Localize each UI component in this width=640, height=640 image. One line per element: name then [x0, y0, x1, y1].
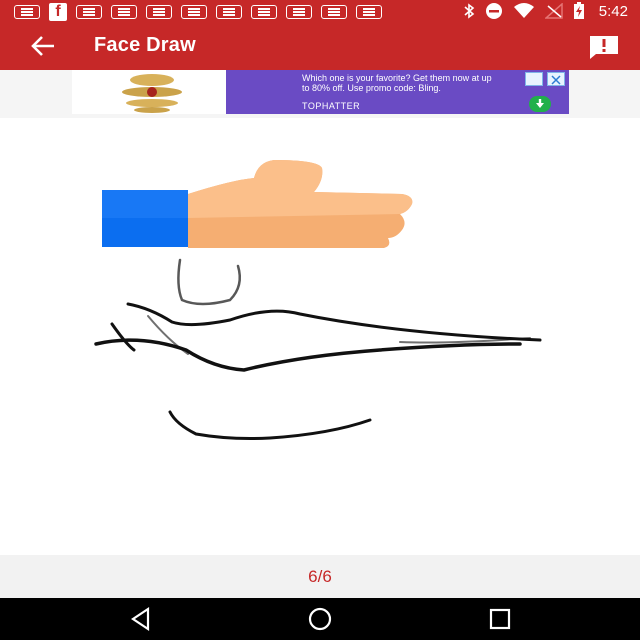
jewelry-image-icon — [122, 74, 182, 113]
ad-download-icon[interactable] — [529, 96, 551, 112]
facebook-icon: f — [49, 3, 67, 21]
notification-icon — [321, 5, 347, 19]
notification-icon — [111, 5, 137, 19]
notification-icons: f — [14, 3, 382, 21]
thumbs-up-icon[interactable] — [102, 160, 414, 248]
clock: 5:42 — [598, 2, 628, 20]
page-indicator: 6/6 — [308, 567, 332, 586]
battery-charging-icon — [573, 2, 584, 19]
notification-icon — [216, 5, 242, 19]
pager-bar: 6/6 — [0, 555, 640, 598]
signal-icon — [544, 3, 563, 19]
notification-icon — [286, 5, 312, 19]
notification-icon — [181, 5, 207, 19]
ad-close-icon[interactable] — [547, 72, 565, 86]
bluetooth-icon — [464, 3, 475, 19]
notification-icon — [146, 5, 172, 19]
recents-square-icon[interactable] — [487, 606, 513, 632]
back-triangle-icon[interactable] — [128, 606, 154, 632]
status-bar: f 5:42 — [0, 0, 640, 22]
ad-banner[interactable]: Which one is your favorite? Get them now… — [226, 70, 569, 114]
wifi-icon — [513, 3, 534, 18]
notification-icon — [251, 5, 277, 19]
ad-brand: TOPHATTER — [302, 101, 361, 111]
notification-icon — [76, 5, 102, 19]
ad-strip: Which one is your favorite? Get them now… — [0, 70, 640, 118]
do-not-disturb-icon — [485, 3, 502, 19]
notification-icon — [356, 5, 382, 19]
system-icons: 5:42 — [463, 2, 628, 20]
feedback-icon[interactable] — [588, 34, 620, 60]
ad-text: Which one is your favorite? Get them now… — [302, 73, 492, 93]
system-nav-bar — [0, 598, 640, 640]
page-title: Face Draw — [94, 34, 196, 56]
ad-product-image[interactable] — [72, 70, 226, 114]
drawing-canvas[interactable] — [0, 118, 640, 555]
home-circle-icon[interactable] — [307, 606, 333, 632]
app-toolbar: Face Draw — [0, 22, 640, 70]
back-arrow-icon[interactable] — [28, 32, 58, 60]
ad-info-icon[interactable] — [525, 72, 543, 86]
notification-icon — [14, 5, 40, 19]
